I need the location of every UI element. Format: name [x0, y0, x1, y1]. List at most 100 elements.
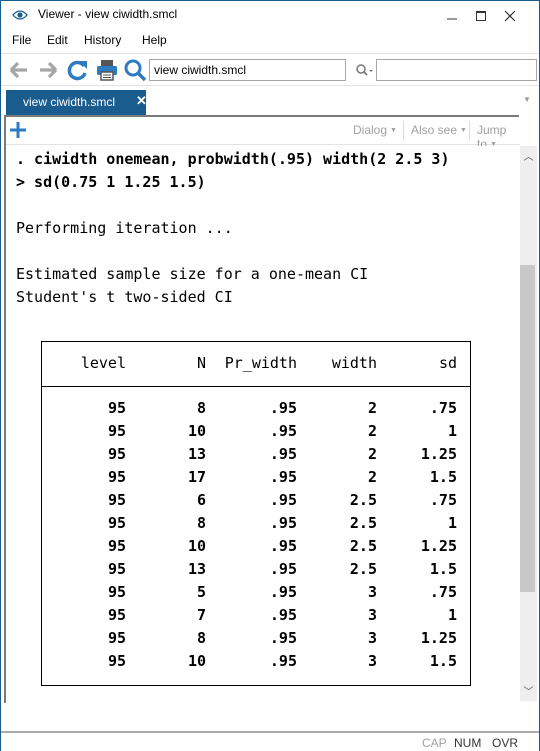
table-cell-pr-width: .95: [269, 422, 297, 440]
toolbar: [1, 53, 539, 86]
table-cell-n: 13: [187, 445, 206, 463]
table-row: 95 10 .95 2 1: [42, 422, 470, 445]
command-input[interactable]: [149, 59, 346, 81]
vertical-scrollbar[interactable]: ︿ ﹀: [520, 146, 537, 701]
table-cell-n: 6: [196, 491, 206, 509]
status-ovr: OVR: [492, 736, 519, 750]
results-table: level N Pr_width width sd 95 8 .95 2 .75 95 10 .95 2 1…: [41, 341, 471, 686]
tab-overflow-icon[interactable]: ▼: [523, 95, 531, 104]
table-cell-level: 95: [107, 514, 126, 532]
forward-button[interactable]: [36, 58, 60, 82]
maximize-icon: [476, 10, 486, 21]
maximize-button[interactable]: [466, 1, 496, 30]
minimize-icon: [447, 18, 457, 19]
close-icon: [504, 10, 516, 21]
command-line-2: > sd(0.75 1 1.25 1.5): [16, 173, 206, 191]
title-bar: Viewer - view ciwidth.smcl: [1, 1, 539, 30]
table-cell-width: 2.5: [349, 514, 377, 532]
table-row: 95 8 .95 2.5 1: [42, 514, 470, 537]
status-cap: CAP: [422, 736, 447, 750]
table-cell-pr-width: .95: [269, 560, 297, 578]
menu-edit[interactable]: Edit: [47, 33, 68, 47]
menu-bar: File Edit History Help: [1, 30, 539, 52]
menu-help[interactable]: Help: [142, 33, 167, 47]
viewer-subbar: Dialog ▼ Also see ▼ Jump to ▼: [6, 117, 520, 151]
table-cell-width: 2: [367, 468, 377, 486]
table-cell-pr-width: .95: [269, 399, 297, 417]
table-row: 95 6 .95 2.5 .75: [42, 491, 470, 514]
table-cell-sd: .75: [429, 491, 457, 509]
also-see-label: Also see: [411, 123, 458, 137]
separator: [469, 121, 470, 141]
table-cell-pr-width: .95: [269, 652, 297, 670]
table-cell-sd: 1.5: [429, 560, 457, 578]
tab-strip: view ciwidth.smcl ✕ ▼: [1, 86, 539, 116]
table-cell-n: 8: [196, 514, 206, 532]
table-cell-level: 95: [107, 445, 126, 463]
table-cell-level: 95: [107, 422, 126, 440]
table-cell-pr-width: .95: [269, 445, 297, 463]
table-cell-sd: 1.25: [420, 537, 457, 555]
command-line-1: . ciwidth onemean, probwidth(.95) width(…: [16, 150, 450, 168]
table-cell-level: 95: [107, 583, 126, 601]
find-options-button[interactable]: [355, 62, 375, 78]
table-cell-pr-width: .95: [269, 468, 297, 486]
table-header-separator: [42, 386, 470, 387]
table-cell-sd: 1.5: [429, 652, 457, 670]
table-cell-pr-width: .95: [269, 537, 297, 555]
plus-icon: [10, 122, 26, 138]
table-cell-n: 17: [187, 468, 206, 486]
table-cell-n: 13: [187, 560, 206, 578]
close-button[interactable]: [495, 1, 525, 30]
table-header-sd: sd: [438, 354, 457, 372]
table-cell-sd: .75: [429, 399, 457, 417]
table-cell-pr-width: .95: [269, 514, 297, 532]
separator: [403, 121, 404, 141]
table-header-n: N: [196, 354, 206, 372]
back-button[interactable]: [7, 58, 31, 82]
table-cell-level: 95: [107, 468, 126, 486]
table-cell-n: 8: [196, 629, 206, 647]
tab-label: view ciwidth.smcl: [23, 95, 116, 109]
chevron-down-icon: ▼: [460, 127, 467, 134]
refresh-button[interactable]: [66, 58, 90, 82]
table-cell-n: 7: [196, 606, 206, 624]
eye-icon: [12, 10, 28, 20]
table-cell-pr-width: .95: [269, 606, 297, 624]
arrow-right-icon: [40, 61, 58, 79]
also-see-menu[interactable]: Also see ▼: [411, 123, 467, 137]
dialog-label: Dialog: [353, 123, 388, 137]
result-heading-1: Estimated sample size for a one-mean CI: [16, 265, 369, 283]
table-cell-n: 8: [196, 399, 206, 417]
table-cell-n: 10: [187, 652, 206, 670]
scroll-up-icon[interactable]: ︿: [520, 148, 537, 164]
table-cell-level: 95: [107, 399, 126, 417]
table-cell-width: 2: [367, 399, 377, 417]
table-cell-level: 95: [107, 652, 126, 670]
tab-close-icon[interactable]: ✕: [136, 93, 147, 109]
menu-history[interactable]: History: [84, 33, 121, 47]
table-cell-sd: 1: [447, 606, 457, 624]
table-row: 95 13 .95 2 1.25: [42, 445, 470, 468]
table-cell-width: 2.5: [349, 560, 377, 578]
table-cell-sd: 1.25: [420, 445, 457, 463]
table-cell-width: 3: [367, 629, 377, 647]
dialog-menu[interactable]: Dialog ▼: [353, 123, 397, 137]
minimize-button[interactable]: [437, 1, 467, 30]
table-cell-width: 3: [367, 652, 377, 670]
table-row: 95 8 .95 3 1.25: [42, 629, 470, 652]
search-button[interactable]: [123, 58, 147, 82]
menu-file[interactable]: File: [12, 33, 31, 47]
print-button[interactable]: [95, 58, 119, 82]
new-tab-button[interactable]: [9, 121, 27, 139]
tab-view-ciwidth[interactable]: view ciwidth.smcl ✕: [6, 90, 147, 115]
scroll-down-icon[interactable]: ﹀: [520, 683, 537, 699]
magnifier-icon: [124, 59, 147, 82]
table-header-width: width: [331, 354, 377, 372]
table-cell-width: 3: [367, 583, 377, 601]
scrollbar-thumb[interactable]: [520, 265, 535, 592]
table-cell-level: 95: [107, 491, 126, 509]
find-input[interactable]: [376, 59, 537, 81]
table-cell-sd: 1: [447, 422, 457, 440]
table-cell-pr-width: .95: [269, 491, 297, 509]
